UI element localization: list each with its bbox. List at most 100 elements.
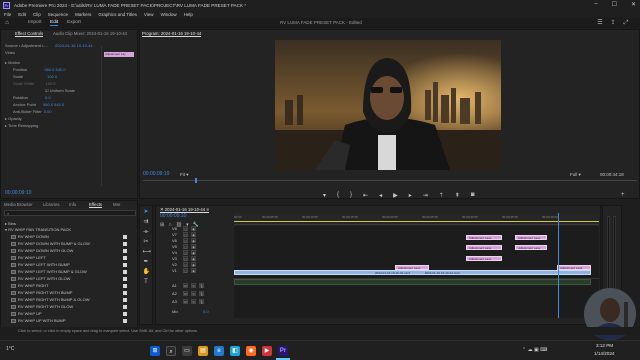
solo-icon[interactable]: S (191, 291, 196, 296)
menu-graphics[interactable]: Graphics and Titles (98, 12, 137, 17)
quality-dropdown[interactable]: Full ▾ (570, 172, 581, 178)
mute-icon[interactable]: M (183, 283, 188, 288)
track-header-a3[interactable]: A3 M S 🎙 (163, 299, 233, 305)
sync-lock-icon[interactable]: ▢ (183, 232, 188, 237)
row-position[interactable]: Position 960.0 540.0 (13, 67, 66, 72)
solo-icon[interactable]: S (191, 283, 196, 288)
preset-item[interactable]: RV WHIP RIGHT (11, 283, 127, 289)
task-view-icon[interactable]: ▭ (182, 346, 192, 356)
menu-clip[interactable]: Clip (33, 12, 41, 17)
extract-icon[interactable]: ⇞ (455, 192, 460, 199)
slip-tool-icon[interactable]: ⟷ (143, 249, 152, 256)
mic-icon[interactable]: 🎙 (199, 299, 204, 304)
clock-time[interactable]: 3:12 PM (596, 343, 613, 348)
search-icon[interactable]: ⌕ (166, 346, 176, 356)
uniform-scale-checkbox[interactable]: ☑ Uniform Scale (45, 88, 75, 93)
mute-icon[interactable]: M (183, 299, 188, 304)
time-ruler[interactable]: 00:00 00:00:05:00 00:00:10:00 00:00:15:0… (234, 213, 599, 225)
sync-lock-icon[interactable]: ▢ (183, 268, 188, 273)
workspaces-icon[interactable]: ☰ (596, 19, 604, 27)
add-button-icon[interactable]: + (621, 192, 625, 198)
minimize-icon[interactable]: – (594, 1, 597, 8)
track-header-v1[interactable]: V1 ▢ ◉ (163, 268, 233, 274)
row-time-remapping[interactable]: ▸ Time Remapping (5, 123, 38, 128)
sync-lock-icon[interactable]: ▢ (183, 226, 188, 231)
row-anti-flicker[interactable]: Anti-flicker Filter 0.00 (13, 109, 52, 114)
row-anchor-point[interactable]: Anchor Point 960.0 540.0 (13, 102, 64, 107)
sequence-label[interactable]: 2024-01-16 19-10-44 (55, 43, 93, 48)
menu-sequence[interactable]: Sequence (48, 12, 68, 17)
type-tool-icon[interactable]: T (143, 279, 150, 286)
preset-item[interactable]: RV WHIP DOWN (11, 234, 127, 240)
mic-icon[interactable]: 🎙 (199, 283, 204, 288)
tab-media-browser[interactable]: Media Browser (4, 201, 33, 208)
preset-item[interactable]: RV WHIP RIGHT WITH BUMP & GLOW (11, 297, 127, 303)
timeline-playhead[interactable] (558, 213, 559, 318)
track-header-a2[interactable]: A2 M S 🎙 (163, 291, 233, 297)
go-to-out-icon[interactable]: ⇥ (423, 192, 428, 199)
menu-markers[interactable]: Markers (75, 12, 91, 17)
playhead-indicator[interactable] (195, 178, 197, 183)
step-back-icon[interactable]: ◂ (379, 192, 382, 199)
mark-in-icon[interactable]: { (337, 192, 339, 199)
preset-item[interactable]: RV WHIP LEFT WITH GLOW (11, 276, 127, 282)
pen-tool-icon[interactable]: ✒ (143, 259, 150, 266)
toggle-output-icon[interactable]: ◉ (191, 250, 196, 255)
preset-item[interactable]: RV WHIP DOWN WITH BUMP & GLOW (11, 241, 127, 247)
row-opacity[interactable]: ▸ Opacity (5, 116, 22, 121)
lift-icon[interactable]: ⇡ (439, 192, 444, 199)
razor-tool-icon[interactable]: ✂ (143, 239, 150, 246)
solo-icon[interactable]: S (191, 299, 196, 304)
tab-timeline-sequence[interactable]: ✕ 2024-01-16 19-10-44 ≡ (160, 206, 209, 213)
v1-video-clip[interactable]: 2024-01-16 19-10-44.mp4 2024-01-16 19-10… (234, 270, 591, 275)
go-to-in-icon[interactable]: ⇤ (363, 192, 368, 199)
row-rotation[interactable]: Rotation 0.0 (13, 95, 51, 100)
toggle-output-icon[interactable]: ◉ (191, 256, 196, 261)
toggle-output-icon[interactable]: ◉ (191, 244, 196, 249)
tray-icons[interactable]: ⌃ ☁ ▣ ⌨ (522, 347, 547, 353)
program-timecode[interactable]: 00:00:09:10 (143, 171, 169, 177)
close-icon[interactable]: ✕ (631, 1, 636, 8)
selection-tool-icon[interactable]: ➤ (143, 209, 150, 216)
preset-item[interactable]: RV WHIP LEFT WITH BUMP & GLOW (11, 269, 127, 275)
tab-import[interactable]: Import (28, 20, 42, 25)
tab-audio-clip-mixer[interactable]: Audio Clip Mixer: 2024-01-16 19-10-44 (53, 30, 127, 37)
program-viewer[interactable] (275, 40, 501, 170)
effects-search-input[interactable]: ⌕ (4, 210, 136, 216)
maximize-icon[interactable]: ☐ (612, 1, 617, 8)
preset-item[interactable]: RV WHIP DOWN WITH GLOW (11, 248, 127, 254)
share-icon[interactable]: ⇪ (609, 19, 617, 27)
tab-markers[interactable]: Mar (113, 201, 120, 208)
menu-edit[interactable]: Edit (18, 12, 26, 17)
toggle-output-icon[interactable]: ◉ (191, 262, 196, 267)
hand-tool-icon[interactable]: ✋ (143, 269, 150, 276)
photos-icon[interactable]: ◉ (246, 346, 256, 356)
menu-file[interactable]: File (4, 12, 11, 17)
tab-libraries[interactable]: Libraries (43, 201, 59, 208)
preset-item[interactable]: RV WHIP UP WITH BUMP (11, 318, 127, 324)
home-icon[interactable]: ⌂ (3, 19, 11, 27)
tab-effects[interactable]: Effects (89, 201, 103, 208)
adjustment-layer-clip[interactable]: Adjustment Laye (466, 245, 502, 250)
tab-export[interactable]: Export (67, 20, 81, 25)
tab-program[interactable]: Program: 2024-01-16 19-10-44 (142, 30, 202, 37)
marker-icon[interactable]: ▾ (323, 192, 326, 199)
sync-lock-icon[interactable]: ▢ (183, 238, 188, 243)
keyframe-area[interactable]: Adjustment Lay (101, 46, 137, 186)
media-icon[interactable]: ▶ (262, 346, 272, 356)
toggle-output-icon[interactable]: ◉ (191, 268, 196, 273)
sync-lock-icon[interactable]: ▢ (183, 250, 188, 255)
source-label[interactable]: Source • Adjustment L... (5, 43, 48, 48)
menu-window[interactable]: Window (161, 12, 177, 17)
store-icon[interactable]: ◧ (230, 346, 240, 356)
adjustment-layer-clip[interactable]: Adjustment Laye (466, 256, 502, 261)
preset-item[interactable]: RV WHIP RIGHT WITH GLOW (11, 304, 127, 310)
menu-view[interactable]: View (144, 12, 154, 17)
clock-date[interactable]: 1/14/2024 (594, 351, 614, 356)
export-frame-icon[interactable]: ◙ (471, 192, 475, 199)
fit-dropdown[interactable]: Fit ▾ (180, 172, 189, 178)
adjustment-layer-clip[interactable]: Adjustment Laye (515, 245, 547, 250)
preset-item[interactable]: RV WHIP LEFT WITH BUMP (11, 262, 127, 268)
preset-item[interactable]: RV WHIP RIGHT WITH BUMP (11, 290, 127, 296)
weather-widget[interactable]: 1°C (6, 346, 14, 352)
